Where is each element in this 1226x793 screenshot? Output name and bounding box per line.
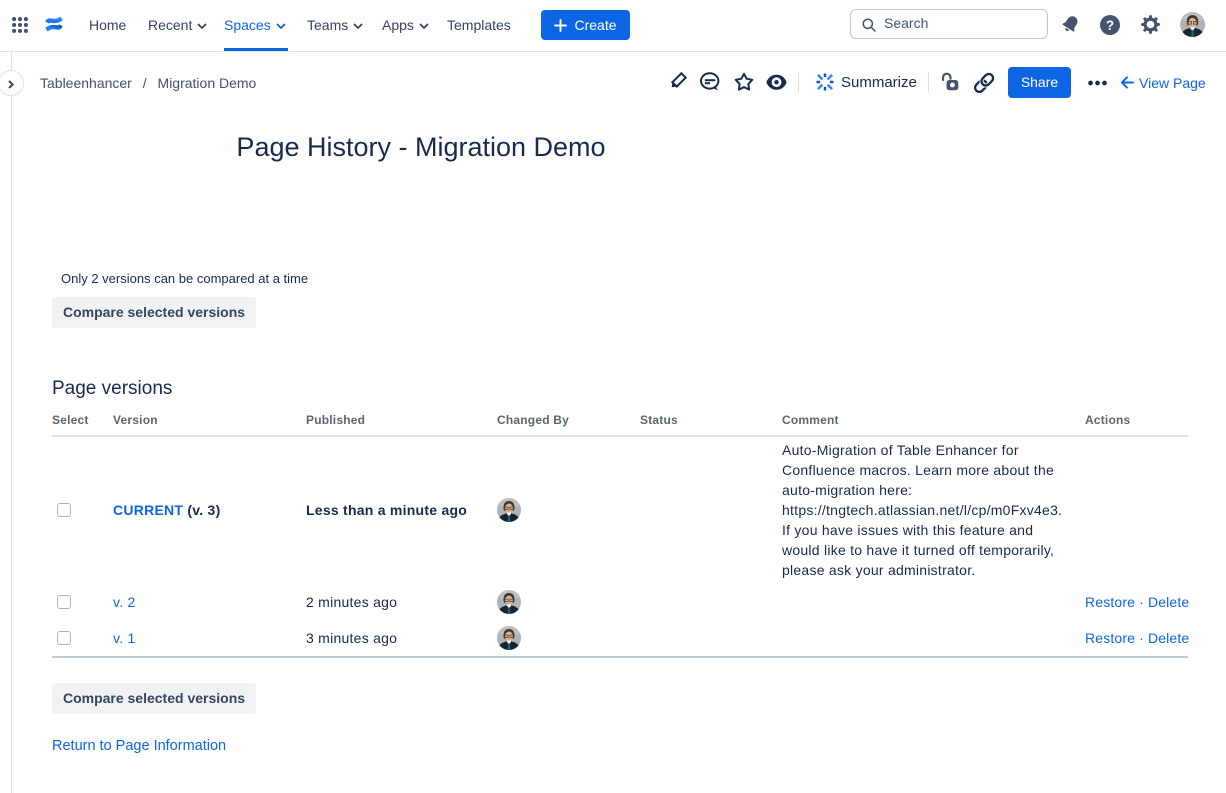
svg-text:?: ? [1106,18,1114,33]
